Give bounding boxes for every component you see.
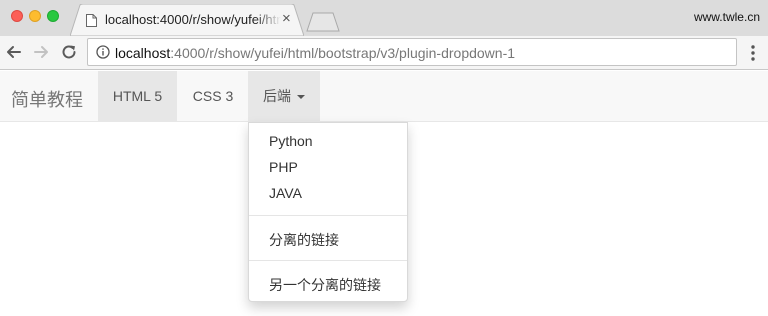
dropdown-menu: Python PHP JAVA 分离的链接 另一个分离的链接 (248, 122, 408, 302)
address-host: localhost (115, 45, 171, 61)
minimize-window-button[interactable] (29, 10, 41, 22)
browser-tab-strip: localhost:4000/r/show/yufei/html/bootstr… (0, 0, 768, 36)
nav-item-label: 后端 (263, 88, 291, 104)
maximize-window-button[interactable] (47, 10, 59, 22)
tab-close-icon[interactable]: × (282, 11, 291, 27)
new-tab-button[interactable] (306, 12, 340, 32)
nav-item-backend-dropdown-toggle[interactable]: 后端 (248, 71, 320, 122)
nav-item-css3[interactable]: CSS 3 (177, 71, 249, 122)
tab-title: localhost:4000/r/show/yufei/html/bootstr… (105, 12, 281, 27)
vertical-dots-icon[interactable] (750, 44, 756, 62)
address-bar[interactable]: localhost:4000/r/show/yufei/html/bootstr… (87, 38, 737, 66)
back-arrow-icon[interactable] (4, 42, 24, 62)
reload-icon[interactable] (59, 42, 79, 62)
dropdown-item-another-separated-link[interactable]: 另一个分离的链接 (269, 275, 381, 295)
nav-item-html5[interactable]: HTML 5 (98, 71, 177, 122)
dropdown-item-separated-link[interactable]: 分离的链接 (269, 230, 339, 250)
dropdown-item-java[interactable]: JAVA (269, 185, 302, 201)
nav-item-label: CSS 3 (192, 88, 234, 104)
browser-tab[interactable]: localhost:4000/r/show/yufei/html/bootstr… (70, 4, 304, 36)
address-url: localhost:4000/r/show/yufei/html/bootstr… (115, 45, 515, 61)
address-path: :4000/r/show/yufei/html/bootstrap/v3/plu… (170, 45, 516, 61)
dropdown-item-php[interactable]: PHP (269, 159, 298, 175)
dropdown-divider (249, 260, 407, 261)
dropdown-divider (249, 215, 407, 216)
caret-down-icon (297, 95, 305, 100)
nav-item-label: HTML 5 (112, 88, 163, 104)
navbar-brand[interactable]: 简单教程 (11, 86, 83, 112)
document-icon (86, 14, 97, 27)
info-icon[interactable] (96, 45, 110, 59)
profile-label: www.twle.cn (693, 10, 760, 24)
forward-arrow-icon[interactable] (31, 42, 51, 62)
browser-toolbar: localhost:4000/r/show/yufei/html/bootstr… (0, 36, 768, 70)
dropdown-item-python[interactable]: Python (269, 133, 313, 149)
close-window-button[interactable] (11, 10, 23, 22)
site-navbar: 简单教程 HTML 5 CSS 3 后端 (0, 71, 768, 122)
